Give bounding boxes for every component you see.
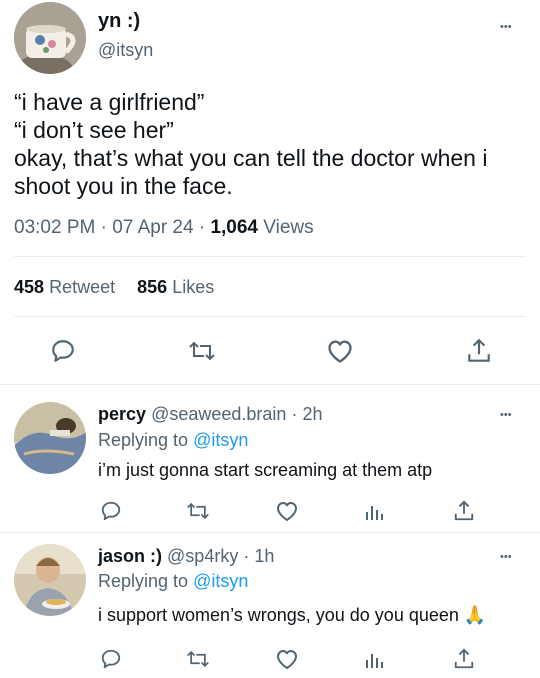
retweet-icon[interactable] xyxy=(188,338,216,364)
author-avatar[interactable] xyxy=(14,2,86,74)
reply-display-name[interactable]: jason :) xyxy=(98,546,162,566)
views-label: Views xyxy=(263,217,314,238)
replying-to: Replying to @itsyn xyxy=(98,571,248,592)
reply-header: jason :) @sp4rky · 1h xyxy=(98,546,274,567)
reply-text: i support women’s wrongs, you do you que… xyxy=(98,605,487,625)
replying-to-label: Replying to xyxy=(98,430,189,450)
divider xyxy=(0,532,540,533)
retweet-label[interactable]: Retweet xyxy=(49,277,115,297)
like-icon[interactable] xyxy=(275,500,299,522)
retweet-icon[interactable] xyxy=(186,648,210,670)
like-icon[interactable] xyxy=(275,648,299,670)
share-icon[interactable] xyxy=(453,647,475,671)
tweet-time[interactable]: 03:02 PM xyxy=(14,217,95,238)
reply-icon[interactable] xyxy=(100,648,122,670)
analytics-icon[interactable] xyxy=(364,648,386,670)
reply-text: i’m just gonna start screaming at them a… xyxy=(98,460,433,480)
tweet-text-line: shoot you in the face. xyxy=(14,173,233,199)
replying-to-handle[interactable]: @itsyn xyxy=(193,571,248,591)
engagement-stats: 458 Retweet 856 Likes xyxy=(14,277,214,298)
analytics-icon[interactable] xyxy=(364,500,386,522)
replying-to-label: Replying to xyxy=(98,571,189,591)
replying-to-handle[interactable]: @itsyn xyxy=(193,430,248,450)
separator: · xyxy=(243,546,250,566)
share-icon[interactable] xyxy=(466,337,492,365)
tweet-text-line: “i have a girlfriend” xyxy=(14,89,205,115)
replying-to: Replying to @itsyn xyxy=(98,430,248,451)
tweet-meta: 03:02 PM · 07 Apr 24 · 1,064 Views xyxy=(14,217,314,239)
reply-avatar[interactable] xyxy=(14,402,86,474)
like-icon[interactable] xyxy=(326,338,354,364)
author-handle[interactable]: @itsyn xyxy=(98,40,153,61)
views-count: 1,064 xyxy=(210,217,258,238)
reply-time[interactable]: 2h xyxy=(302,404,322,424)
reply-avatar[interactable] xyxy=(14,544,86,616)
tweet-text-line: okay, that’s what you can tell the docto… xyxy=(14,145,488,171)
reply-display-name[interactable]: percy xyxy=(98,404,146,424)
author-display-name[interactable]: yn :) xyxy=(98,10,140,33)
reply-handle[interactable]: @sp4rky xyxy=(167,546,238,566)
reply-icon[interactable] xyxy=(50,338,76,364)
reply-time[interactable]: 1h xyxy=(254,546,274,566)
reply-icon[interactable] xyxy=(100,500,122,522)
divider xyxy=(0,384,540,385)
likes-label[interactable]: Likes xyxy=(172,277,214,297)
more-icon[interactable]: ••• xyxy=(500,410,512,421)
retweet-icon[interactable] xyxy=(186,500,210,522)
divider xyxy=(14,256,526,257)
divider xyxy=(14,316,526,317)
more-icon[interactable]: ••• xyxy=(500,552,512,563)
share-icon[interactable] xyxy=(453,499,475,523)
separator: · xyxy=(291,404,298,424)
reply-handle[interactable]: @seaweed.brain xyxy=(151,404,286,424)
likes-count[interactable]: 856 xyxy=(137,277,167,297)
retweet-count[interactable]: 458 xyxy=(14,277,44,297)
more-icon[interactable]: ••• xyxy=(500,22,512,33)
separator: · xyxy=(198,217,206,238)
reply-header: percy @seaweed.brain · 2h xyxy=(98,404,322,425)
tweet-text-line: “i don’t see her” xyxy=(14,117,174,143)
separator: · xyxy=(100,217,107,238)
tweet-text: “i have a girlfriend” “i don’t see her” … xyxy=(14,88,487,200)
tweet-date[interactable]: 07 Apr 24 xyxy=(112,217,193,238)
